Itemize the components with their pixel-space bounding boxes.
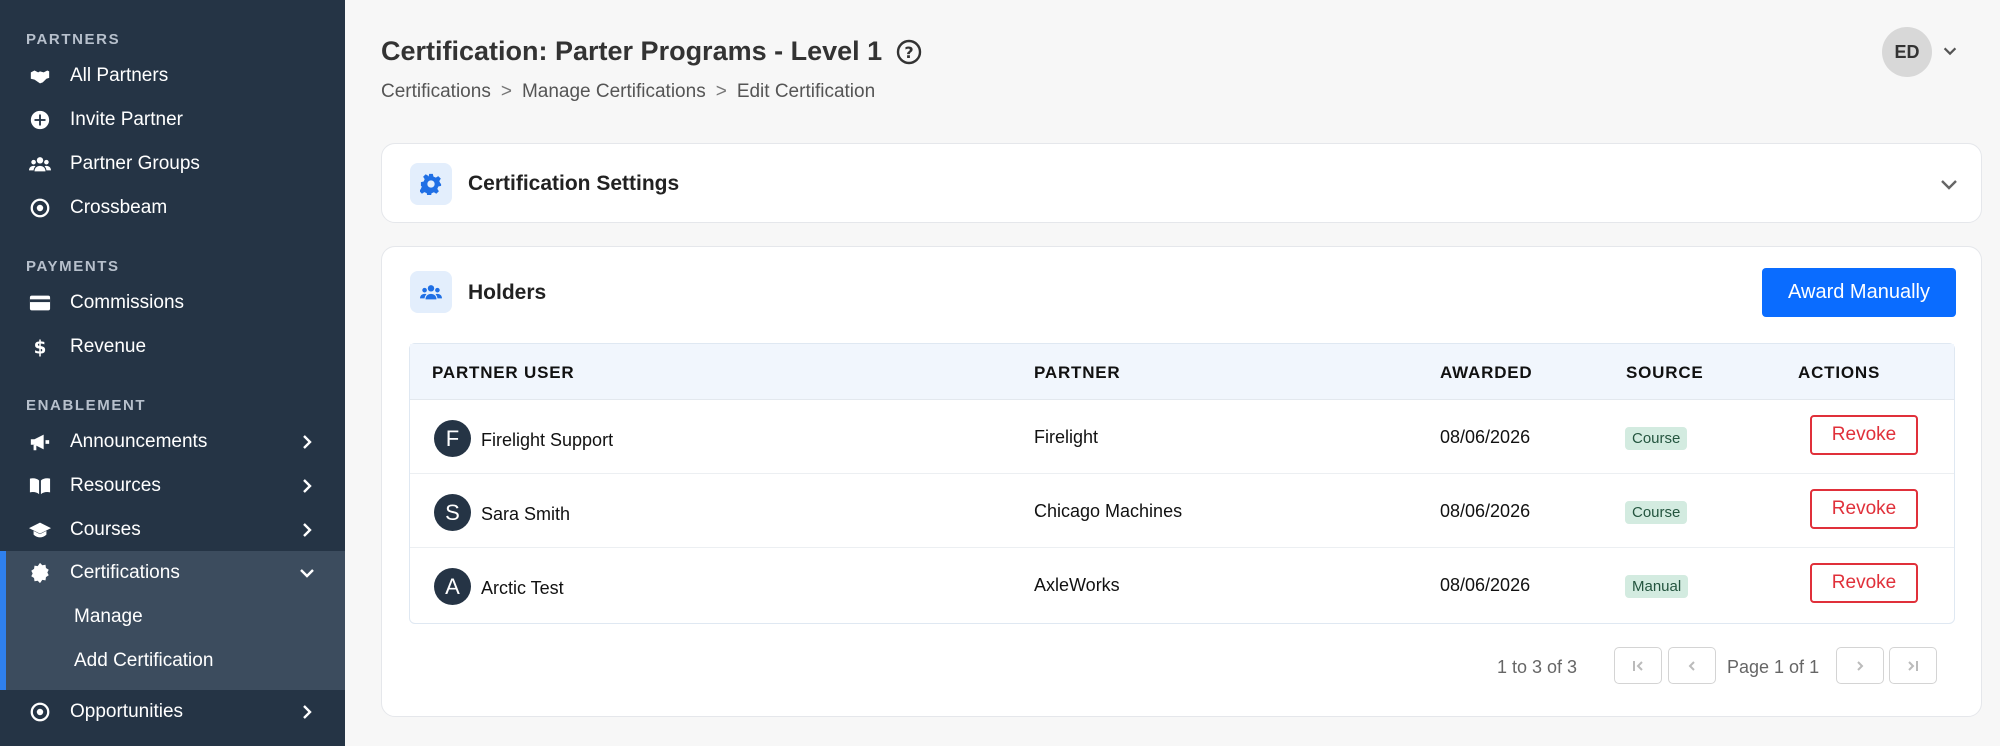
table-row: F Firelight Support Firelight 08/06/2026…	[410, 400, 1954, 474]
partner-name: AxleWorks	[1034, 575, 1120, 595]
table-row: A Arctic Test AxleWorks 08/06/2026 Manua…	[410, 548, 1954, 622]
handshake-icon	[28, 64, 52, 88]
table-row: S Sara Smith Chicago Machines 08/06/2026…	[410, 474, 1954, 548]
sidebar-item-opportunities[interactable]: Opportunities	[0, 690, 345, 734]
sidebar-item-invite-partner[interactable]: Invite Partner	[0, 98, 345, 142]
users-icon	[28, 152, 52, 176]
section-title-partners: PARTNERS	[26, 31, 121, 48]
sidebar-item-courses[interactable]: Courses	[0, 508, 345, 552]
sidebar-item-label: Certifications	[70, 562, 180, 583]
last-page-icon[interactable]	[1889, 647, 1937, 684]
sidebar-item-all-partners[interactable]: All Partners	[0, 54, 345, 98]
first-page-icon[interactable]	[1614, 647, 1662, 684]
credit-card-icon	[28, 291, 52, 315]
sidebar-item-revenue[interactable]: $ Revenue	[0, 325, 345, 369]
sidebar-item-label: Opportunities	[70, 701, 184, 722]
card-title: Holders	[468, 281, 547, 304]
breadcrumb-item-current: Edit Certification	[736, 81, 876, 102]
sidebar-subitem-manage[interactable]: Manage	[74, 606, 143, 628]
megaphone-icon	[28, 430, 52, 454]
pagination-page: Page 1 of 1	[1727, 657, 1820, 677]
dollar-icon: $	[28, 335, 52, 359]
sidebar-item-resources[interactable]: Resources	[0, 464, 345, 508]
award-manually-button[interactable]: Award Manually	[1762, 268, 1956, 317]
sidebar-item-label: Partner Groups	[70, 153, 200, 174]
revoke-button[interactable]: Revoke	[1810, 415, 1918, 455]
breadcrumb: Certifications > Manage Certifications >…	[381, 81, 875, 103]
chevron-down-icon[interactable]	[1941, 42, 1961, 62]
sidebar-item-label: Crossbeam	[70, 197, 168, 218]
sidebar-item-commissions[interactable]: Commissions	[0, 281, 345, 325]
target-icon	[28, 196, 52, 220]
breadcrumb-separator: >	[715, 81, 727, 102]
sidebar-item-crossbeam[interactable]: Crossbeam	[0, 186, 345, 230]
awarded-date: 08/06/2026	[1440, 575, 1531, 595]
next-page-icon[interactable]	[1836, 647, 1884, 684]
partner-name: Chicago Machines	[1034, 501, 1183, 521]
sidebar-item-announcements[interactable]: Announcements	[0, 420, 345, 464]
column-header[interactable]: PARTNER	[1034, 363, 1121, 383]
revoke-button[interactable]: Revoke	[1810, 563, 1918, 603]
users-icon	[410, 271, 452, 313]
table-header: PARTNER USER PARTNER AWARDED SOURCE ACTI…	[410, 344, 1954, 400]
sidebar-item-label: Courses	[70, 519, 141, 540]
book-icon	[28, 474, 52, 498]
user-avatar[interactable]: ED	[1882, 27, 1932, 77]
sidebar: PARTNERS All Partners Invite Partner Par…	[0, 0, 345, 746]
chevron-right-icon	[297, 702, 317, 722]
chevron-down-icon	[297, 563, 317, 583]
partner-name: Firelight	[1034, 427, 1099, 447]
section-title-payments: PAYMENTS	[26, 258, 120, 275]
column-header: ACTIONS	[1798, 363, 1881, 382]
section-title-enablement: ENABLEMENT	[26, 397, 147, 414]
source-badge: Manual	[1625, 575, 1689, 598]
plus-circle-icon	[28, 108, 52, 132]
avatar: A	[434, 568, 471, 605]
holders-table: PARTNER USER PARTNER AWARDED SOURCE ACTI…	[409, 343, 1955, 624]
partner-user-name: Firelight Support	[481, 430, 614, 450]
column-header[interactable]: AWARDED	[1440, 363, 1533, 383]
breadcrumb-item[interactable]: Manage Certifications	[522, 81, 706, 103]
sidebar-item-certifications[interactable]: Certifications	[0, 551, 345, 595]
source-badge: Course	[1625, 427, 1688, 450]
partner-user-name: Sara Smith	[481, 504, 571, 524]
awarded-date: 08/06/2026	[1440, 501, 1531, 521]
avatar: F	[434, 420, 471, 457]
gear-icon	[410, 163, 452, 205]
certificate-icon	[28, 561, 52, 585]
chevron-right-icon	[297, 432, 317, 452]
sidebar-item-label: All Partners	[70, 65, 169, 86]
column-header[interactable]: PARTNER USER	[432, 363, 574, 383]
column-header[interactable]: SOURCE	[1626, 363, 1704, 383]
svg-text:$: $	[34, 337, 47, 358]
sidebar-item-partner-groups[interactable]: Partner Groups	[0, 142, 345, 186]
target-icon	[28, 700, 52, 724]
avatar: S	[434, 494, 471, 531]
help-icon[interactable]: ?	[896, 39, 922, 65]
sidebar-item-label: Invite Partner	[70, 109, 183, 130]
sidebar-item-label: Announcements	[70, 431, 208, 452]
sidebar-item-label: Commissions	[70, 292, 185, 313]
breadcrumb-separator: >	[500, 81, 512, 102]
card-title: Certification Settings	[468, 172, 680, 195]
page-title-row: Certification: Parter Programs - Level 1…	[381, 36, 922, 67]
sidebar-subitem-add-certification[interactable]: Add Certification	[74, 650, 213, 672]
prev-page-icon[interactable]	[1668, 647, 1716, 684]
page-title: Certification: Parter Programs - Level 1	[381, 36, 883, 66]
awarded-date: 08/06/2026	[1440, 427, 1531, 447]
certification-settings-card[interactable]: Certification Settings	[381, 143, 1982, 223]
graduation-cap-icon	[28, 518, 52, 542]
pagination-range: 1 to 3 of 3	[1497, 657, 1578, 677]
sidebar-item-label: Resources	[70, 475, 161, 496]
sidebar-item-label: Revenue	[70, 336, 147, 357]
svg-text:?: ?	[905, 43, 914, 62]
source-badge: Course	[1625, 501, 1688, 524]
partner-user-name: Arctic Test	[481, 578, 564, 598]
chevron-down-icon[interactable]	[1938, 173, 1960, 195]
chevron-right-icon	[297, 520, 317, 540]
chevron-right-icon	[297, 476, 317, 496]
revoke-button[interactable]: Revoke	[1810, 489, 1918, 529]
breadcrumb-item[interactable]: Certifications	[381, 81, 491, 103]
